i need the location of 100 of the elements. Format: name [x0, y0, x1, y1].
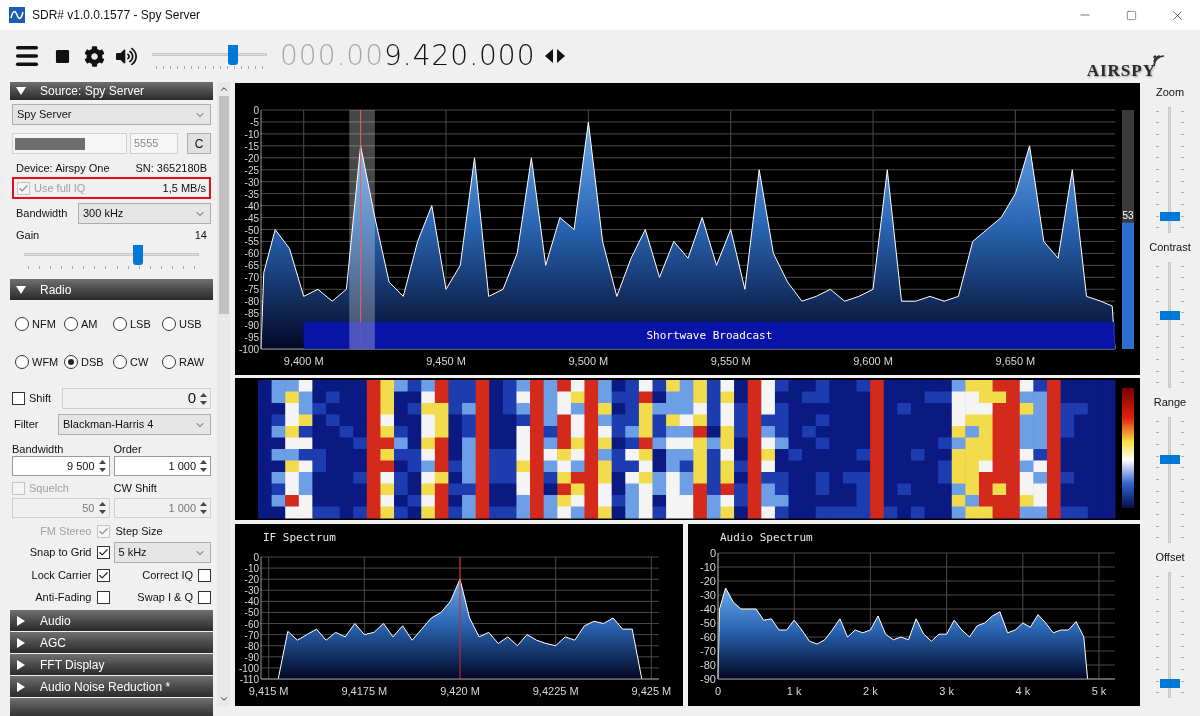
axis-label: -20: [244, 574, 259, 586]
radio-label: RAW: [179, 354, 205, 370]
slider-label: Offset: [1155, 550, 1185, 565]
checkbox[interactable]: [96, 590, 110, 604]
slider[interactable]: [24, 243, 199, 269]
checkbox[interactable]: [96, 546, 110, 559]
axis-label: -50: [700, 617, 716, 629]
scrollbar-thumb[interactable]: [218, 96, 229, 314]
axis-label: -100: [239, 662, 259, 674]
axis-label: 0: [253, 552, 259, 563]
axis-label: -15: [244, 140, 259, 152]
triangle-down-icon: [16, 284, 26, 295]
axis-label: 9,600 M: [853, 355, 893, 367]
triangle-right-icon: [16, 681, 26, 692]
axis-label: 0: [709, 547, 716, 559]
number-field[interactable]: 1 000: [113, 456, 211, 476]
number-field[interactable]: 9 500: [12, 456, 110, 476]
axis-label: -85: [244, 308, 259, 320]
triangle-right-icon: [16, 659, 26, 670]
axis-label: -80: [244, 640, 259, 652]
check-icon: [97, 569, 109, 581]
checkbox[interactable]: [198, 590, 211, 604]
axis-label: 9,425 M: [631, 685, 672, 697]
slider-thumb[interactable]: [1160, 679, 1180, 689]
axis-label: -40: [244, 200, 259, 212]
radio-button[interactable]: [64, 355, 78, 369]
axis-label: -70: [244, 272, 259, 284]
axis-label: -60: [244, 618, 259, 630]
axis-label: -10: [700, 561, 716, 573]
dropdown[interactable]: Blackman-Harris 4: [58, 414, 211, 435]
radio-button[interactable]: [162, 317, 176, 331]
axis-label: 9,420 M: [440, 685, 480, 697]
panel-header[interactable]: AGC: [10, 632, 213, 653]
radio-button[interactable]: [15, 317, 29, 331]
radio-label: DSB: [81, 354, 104, 370]
number-field[interactable]: 50: [12, 498, 110, 518]
stop-icon: [54, 48, 70, 64]
host-field[interactable]: [12, 133, 127, 154]
radio-label: WFM: [32, 354, 59, 370]
panel-header[interactable]: [10, 698, 213, 716]
panel-header[interactable]: Radio: [10, 279, 213, 300]
axis-label: -90: [700, 673, 716, 685]
frequency-display[interactable]: 000.009.420.000: [280, 35, 536, 77]
axis-label: -35: [244, 188, 259, 200]
slider-thumb[interactable]: [1160, 211, 1180, 221]
radio-label: NFM: [32, 316, 56, 332]
dropdown[interactable]: 300 kHz: [78, 203, 211, 224]
panel-header[interactable]: Audio: [10, 610, 213, 631]
slider[interactable]: [152, 43, 267, 69]
checkbox[interactable]: [96, 568, 110, 582]
slider-thumb[interactable]: [1160, 455, 1180, 465]
axis-label: -75: [244, 284, 259, 296]
axis-label: 9,400 M: [283, 355, 324, 367]
axis-label: -100: [239, 344, 259, 355]
axis-label: -20: [244, 152, 259, 164]
panel-header[interactable]: Source: Spy Server: [10, 82, 213, 100]
spinner-icon: [199, 500, 208, 516]
radio-label: CW: [130, 354, 149, 370]
dropdown[interactable]: Spy Server: [12, 104, 211, 125]
axis-label: 9,415 M: [248, 685, 289, 697]
axis-label: 5 k: [1091, 685, 1107, 697]
spinner-icon: [97, 458, 107, 474]
check-icon: [97, 525, 109, 537]
connect-button[interactable]: C: [187, 133, 211, 154]
radio-label: USB: [179, 316, 202, 332]
slider-label: Contrast: [1149, 240, 1191, 255]
band-label: Shortwave Broadcast: [646, 329, 773, 342]
radio-button[interactable]: [162, 355, 176, 369]
triangle-right-icon: [16, 615, 26, 626]
axis-label: -80: [244, 296, 259, 308]
spinner-icon: [199, 458, 208, 474]
checkbox-label: Squelch: [29, 481, 69, 496]
checkbox[interactable]: [198, 568, 211, 582]
radio-button[interactable]: [15, 355, 29, 369]
slider-thumb[interactable]: [132, 245, 143, 265]
axis-label: 0: [253, 105, 259, 116]
chart-title: Audio Spectrum: [720, 531, 813, 544]
checkbox-label: Lock Carrier: [31, 568, 92, 583]
axis-label: -80: [700, 659, 716, 671]
axis-label: 9,4225 M: [532, 685, 579, 697]
number-field[interactable]: 1 000: [113, 498, 211, 518]
axis-label: -50: [244, 224, 259, 236]
scrollbar[interactable]: [217, 82, 230, 706]
slider-thumb[interactable]: [1160, 310, 1180, 320]
radio-button[interactable]: [113, 355, 127, 369]
radio-button[interactable]: [64, 317, 78, 331]
axis-label: 9,550 M: [710, 355, 751, 367]
slider-thumb[interactable]: [227, 45, 238, 65]
serial-label: SN: 3652180B: [135, 161, 207, 173]
window-title: SDR# v1.0.0.1577 - Spy Server: [32, 7, 201, 24]
radio-button[interactable]: [113, 317, 127, 331]
number-field[interactable]: 0: [62, 388, 211, 409]
axis-label: -40: [700, 603, 716, 615]
panel-header[interactable]: FFT Display: [10, 654, 213, 675]
maximize-icon: [1125, 9, 1137, 21]
scroll-up-icon: [218, 84, 229, 94]
checkbox[interactable]: [12, 392, 25, 405]
axis-label: 9,4175 M: [341, 685, 388, 697]
dropdown[interactable]: 5 kHz: [113, 542, 211, 563]
panel-header[interactable]: Audio Noise Reduction *: [10, 676, 213, 697]
